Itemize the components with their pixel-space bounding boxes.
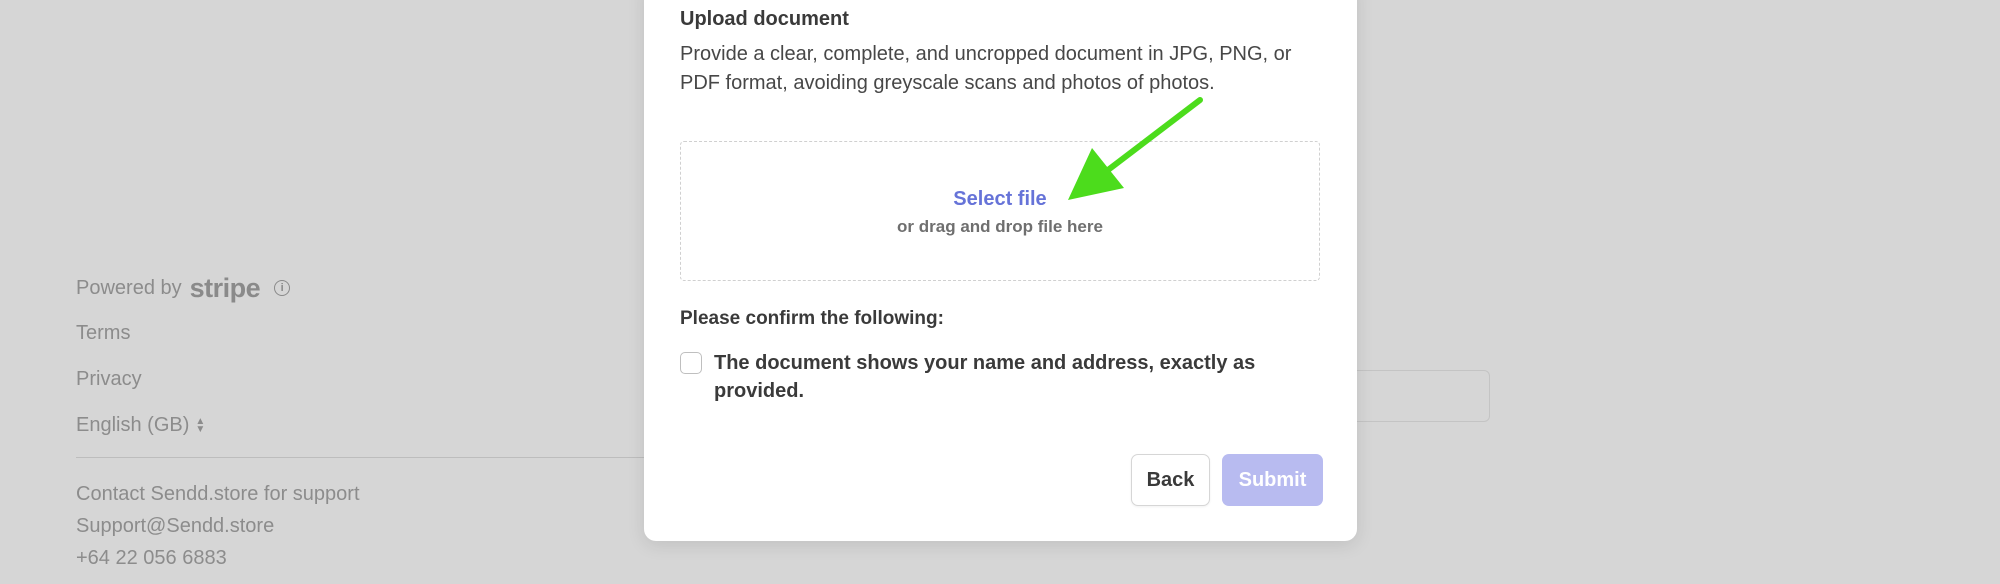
contact-text: Contact Sendd.store for support	[76, 483, 360, 505]
confirm-checkbox-label[interactable]: The document shows your name and address…	[714, 349, 1314, 405]
language-selector[interactable]: English (GB) ▲ ▼	[76, 414, 205, 437]
powered-by-stripe[interactable]: Powered by stripe i	[76, 270, 676, 306]
background-input	[1340, 370, 1490, 422]
info-icon[interactable]: i	[274, 280, 291, 296]
terms-link[interactable]: Terms	[76, 322, 130, 345]
file-dropzone[interactable]: Select file or drag and drop file here	[680, 141, 1320, 281]
footer: Powered by stripe i	[76, 270, 676, 306]
powered-by-label: Powered by	[76, 276, 182, 299]
upload-document-title: Upload document	[680, 8, 849, 30]
language-label: English (GB)	[76, 414, 190, 436]
upload-document-description: Provide a clear, complete, and uncropped…	[680, 43, 1292, 94]
confirm-checkbox[interactable]	[680, 352, 702, 374]
confirm-heading: Please confirm the following:	[680, 308, 944, 329]
upload-document-modal: Upload document Provide a clear, complet…	[644, 0, 1357, 541]
green-arrow-icon	[1068, 97, 1203, 200]
select-file-link[interactable]: Select file	[681, 188, 1319, 211]
footer-divider	[76, 457, 646, 458]
support-phone-link[interactable]: +64 22 056 6883	[76, 547, 227, 570]
back-button[interactable]: Back	[1131, 454, 1210, 506]
privacy-link[interactable]: Privacy	[76, 368, 142, 391]
chevron-up-down-icon: ▲ ▼	[195, 415, 206, 435]
drag-drop-hint: or drag and drop file here	[897, 217, 1103, 236]
support-email-link[interactable]: Support@Sendd.store	[76, 515, 274, 538]
stripe-logo: stripe	[189, 272, 261, 303]
submit-button[interactable]: Submit	[1222, 454, 1323, 506]
